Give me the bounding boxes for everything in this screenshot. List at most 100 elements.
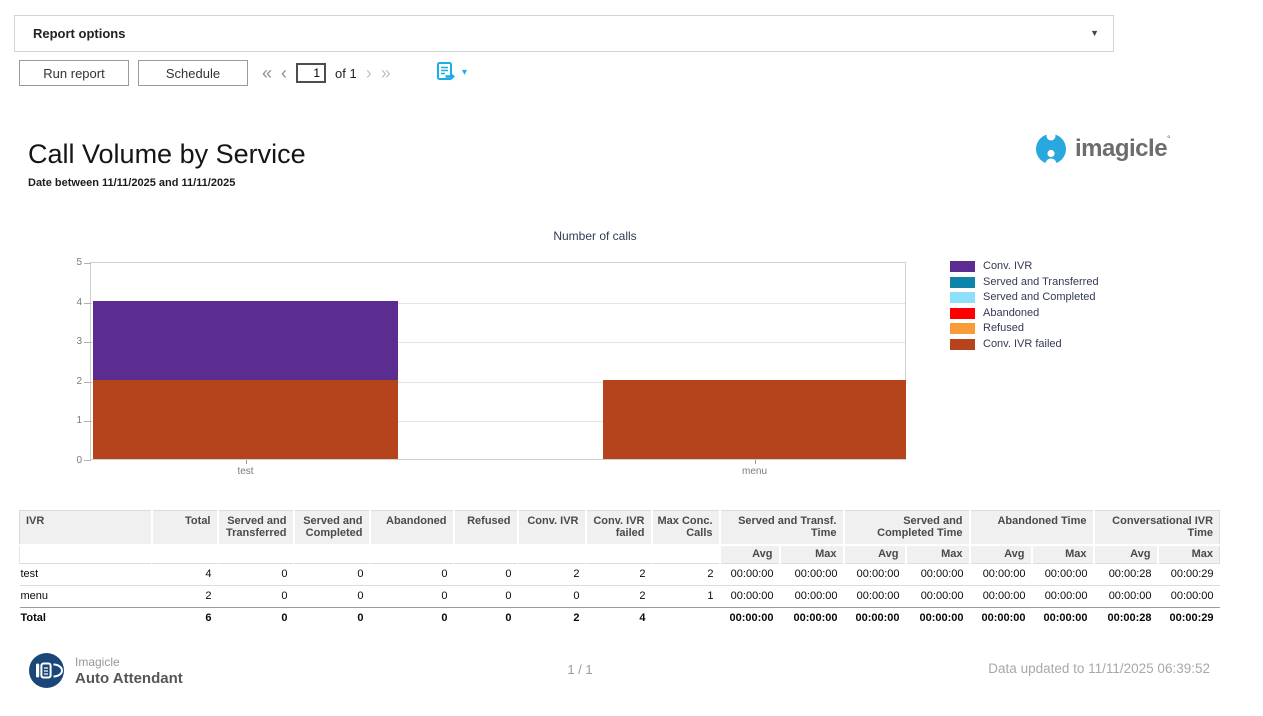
page-input[interactable] bbox=[296, 63, 326, 83]
table-cell: 00:00:29 bbox=[1158, 564, 1220, 586]
y-axis-tick bbox=[84, 303, 91, 304]
legend-swatch bbox=[950, 261, 975, 272]
legend-label: Abandoned bbox=[983, 308, 1039, 319]
legend-item: Served and Completed bbox=[950, 292, 1099, 303]
legend-item: Conv. IVR bbox=[950, 261, 1099, 272]
chevron-down-icon[interactable]: ▼ bbox=[1090, 28, 1099, 38]
imagicle-brand: imagicle° bbox=[1035, 133, 1171, 165]
subcolumn-header: Avg bbox=[720, 545, 780, 564]
subheader-spacer bbox=[652, 545, 720, 564]
table-cell: 0 bbox=[370, 608, 454, 630]
table-cell: 00:00:00 bbox=[970, 564, 1032, 586]
table-header-row: IVRTotalServed and TransferredServed and… bbox=[20, 511, 1220, 546]
legend-label: Conv. IVR failed bbox=[983, 339, 1062, 350]
table-cell: 0 bbox=[294, 586, 370, 608]
table-cell: 00:00:00 bbox=[906, 564, 970, 586]
prev-page-icon[interactable]: ‹ bbox=[281, 62, 287, 84]
data-updated-label: Data updated to 11/11/2025 06:39:52 bbox=[988, 661, 1210, 676]
footer-brand: Imagicle Auto Attendant bbox=[28, 652, 183, 689]
subheader-spacer bbox=[586, 545, 652, 564]
results-table: IVRTotalServed and TransferredServed and… bbox=[19, 510, 1220, 629]
footer-brand-imagicle: Imagicle bbox=[75, 655, 183, 669]
legend-label: Served and Transferred bbox=[983, 277, 1099, 288]
column-header: Conv. IVR bbox=[518, 511, 586, 546]
column-header: Served and Transf. Time bbox=[720, 511, 844, 546]
table-cell: 2 bbox=[152, 586, 218, 608]
schedule-button[interactable]: Schedule bbox=[138, 60, 248, 86]
auto-attendant-logo-icon bbox=[28, 652, 65, 689]
brand-mark: ° bbox=[1167, 134, 1171, 144]
subheader-spacer bbox=[20, 545, 152, 564]
table-cell: 00:00:00 bbox=[720, 608, 780, 630]
table-cell: 00:00:00 bbox=[720, 564, 780, 586]
table-cell: 0 bbox=[218, 564, 294, 586]
export-report-icon bbox=[436, 61, 457, 83]
export-button[interactable]: ▾ bbox=[436, 61, 467, 83]
subcolumn-header: Max bbox=[1158, 545, 1220, 564]
subcolumn-header: Max bbox=[906, 545, 970, 564]
x-axis-tick bbox=[755, 460, 756, 464]
column-header: IVR bbox=[20, 511, 152, 546]
table-cell: 00:00:29 bbox=[1158, 608, 1220, 630]
chevron-down-icon[interactable]: ▾ bbox=[462, 67, 467, 78]
table-cell: test bbox=[20, 564, 152, 586]
table-cell: menu bbox=[20, 586, 152, 608]
table-row: menu2000002100:00:0000:00:0000:00:0000:0… bbox=[20, 586, 1220, 608]
report-options-bar[interactable]: Report options ▼ bbox=[14, 15, 1114, 52]
chart-legend: Conv. IVR Served and Transferred Served an… bbox=[950, 261, 1099, 354]
last-page-icon[interactable]: » bbox=[381, 62, 391, 84]
subheader-spacer bbox=[518, 545, 586, 564]
y-axis-tick bbox=[84, 421, 91, 422]
table-cell: 2 bbox=[518, 608, 586, 630]
y-axis-tick bbox=[84, 263, 91, 264]
table-cell: 00:00:00 bbox=[844, 586, 906, 608]
subheader-spacer bbox=[370, 545, 454, 564]
table-cell: 0 bbox=[454, 608, 518, 630]
y-axis-label: 5 bbox=[58, 257, 82, 268]
table-cell: 0 bbox=[518, 586, 586, 608]
footer-brand-product: Auto Attendant bbox=[75, 670, 183, 687]
run-report-button[interactable]: Run report bbox=[19, 60, 129, 86]
legend-label: Refused bbox=[983, 323, 1024, 334]
legend-item: Conv. IVR failed bbox=[950, 339, 1099, 350]
bar-segment bbox=[93, 301, 398, 380]
table-cell: 0 bbox=[294, 564, 370, 586]
table-cell: 00:00:00 bbox=[1032, 586, 1094, 608]
column-header: Max Conc. Calls bbox=[652, 511, 720, 546]
subheader-spacer bbox=[152, 545, 218, 564]
table-cell: 00:00:00 bbox=[780, 564, 844, 586]
first-page-icon[interactable]: « bbox=[262, 62, 272, 84]
legend-swatch bbox=[950, 308, 975, 319]
subheader-spacer bbox=[294, 545, 370, 564]
bar-segment bbox=[93, 380, 398, 459]
table-cell: 0 bbox=[218, 586, 294, 608]
legend-swatch bbox=[950, 292, 975, 303]
table-cell: Total bbox=[20, 608, 152, 630]
next-page-icon[interactable]: › bbox=[366, 62, 372, 84]
imagicle-logo-icon bbox=[1035, 133, 1067, 165]
table-row: Total600002400:00:0000:00:0000:00:0000:0… bbox=[20, 608, 1220, 630]
column-header: Conv. IVR failed bbox=[586, 511, 652, 546]
bar-segment bbox=[603, 380, 906, 459]
page-of-label: of 1 bbox=[335, 66, 357, 81]
page-title: Call Volume by Service bbox=[28, 139, 306, 170]
table-cell: 2 bbox=[518, 564, 586, 586]
date-range-subtitle: Date between 11/11/2025 and 11/11/2025 bbox=[28, 177, 235, 189]
column-header: Conversational IVR Time bbox=[1094, 511, 1220, 546]
table-cell: 1 bbox=[652, 586, 720, 608]
x-axis-label: menu bbox=[715, 466, 795, 477]
column-header: Abandoned Time bbox=[970, 511, 1094, 546]
pagination: « ‹ of 1 › » bbox=[262, 60, 391, 86]
subcolumn-header: Max bbox=[780, 545, 844, 564]
x-axis-tick bbox=[246, 460, 247, 464]
subheader-spacer bbox=[218, 545, 294, 564]
legend-swatch bbox=[950, 277, 975, 288]
chart-title: Number of calls bbox=[90, 229, 1100, 243]
legend-item: Abandoned bbox=[950, 308, 1099, 319]
page-indicator: 1 / 1 bbox=[520, 662, 640, 677]
y-axis-tick bbox=[84, 460, 91, 461]
y-axis-label: 3 bbox=[58, 336, 82, 347]
subcolumn-header: Avg bbox=[844, 545, 906, 564]
table-cell: 0 bbox=[370, 586, 454, 608]
chart-plot: 012345testmenu bbox=[90, 262, 906, 460]
